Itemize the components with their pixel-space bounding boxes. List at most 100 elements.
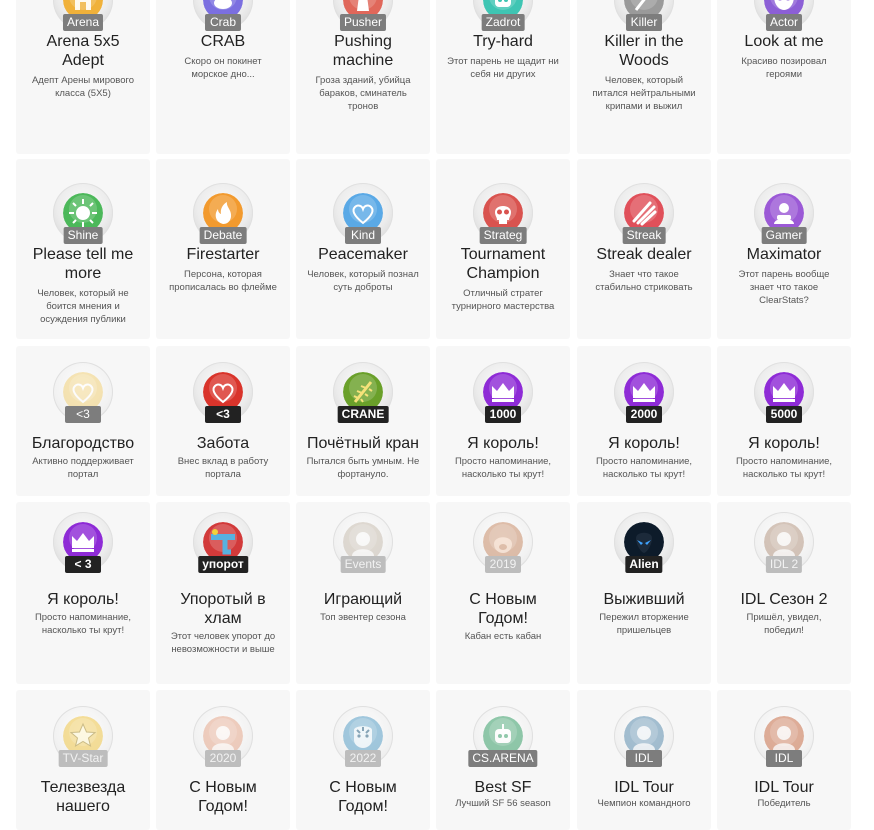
achievement-card[interactable]: < 3 Я король! Просто напоминание, наскольк… — [16, 502, 150, 684]
achievement-title: С Новым Годом! — [469, 591, 537, 627]
achievement-card[interactable]: Debate Firestarter Персона, которая пропис… — [156, 159, 290, 339]
achievement-badge: Streak — [604, 183, 684, 245]
achievement-description: Этот человек упорот до невозможности и в… — [170, 631, 276, 655]
achievement-card[interactable]: Zadrot Try-hard Этот парень не щадит ни се… — [436, 0, 570, 154]
achievement-card[interactable]: 2022 С Новым Годом! — [296, 690, 430, 830]
achievement-card[interactable]: 2020 С Новым Годом! — [156, 690, 290, 830]
achievement-card[interactable]: Strateg Tournament Champion Отличный страте… — [436, 159, 570, 339]
badge-label: <3 — [205, 406, 241, 423]
achievement-title: Pushing machine — [332, 33, 394, 69]
achievement-card[interactable]: Arena Arena 5x5 Adept Адепт Арены мирового … — [16, 0, 150, 154]
achievement-title: С Новым Годом! — [189, 779, 257, 815]
achievement-card[interactable]: 5000 Я король! Просто напоминание, насколь… — [717, 346, 851, 496]
achievement-badge: Strateg — [463, 183, 543, 245]
achievement-badge: Killer — [604, 0, 684, 32]
achievement-description: Этот парень вообще знает что такое Clear… — [738, 269, 830, 306]
achievement-badge: IDL — [744, 706, 824, 768]
badge-label: Events — [340, 556, 386, 573]
badge-label: TV-Star — [58, 750, 108, 767]
achievement-card[interactable]: CS.ARENA Best SF Лучший SF 56 season — [436, 690, 570, 830]
achievement-card[interactable]: <3 Забота Внес вклад в работу портала — [156, 346, 290, 496]
badge-label: Crab — [205, 14, 241, 31]
achievement-description: Лучший SF 56 season — [455, 798, 551, 809]
achievement-title: Я король! — [748, 435, 820, 452]
achievement-card[interactable]: IDL IDL Tour Победитель — [717, 690, 851, 830]
achievement-card[interactable]: Gamer Maximator Этот парень вообще знает ч… — [717, 159, 851, 339]
achievement-description: Этот парень не щадит ни себя ни других — [447, 56, 559, 80]
achievement-card[interactable]: <3 Благородство Активно поддерживает порта… — [16, 346, 150, 496]
achievement-card[interactable]: Actor Look at me Красиво позировал героями — [717, 0, 851, 154]
achievement-card[interactable]: 2000 Я король! Просто напоминание, насколь… — [577, 346, 711, 496]
achievement-title: Peacemaker — [318, 246, 408, 263]
achievement-badge: <3 — [43, 362, 123, 424]
achievement-card[interactable]: IDL IDL Tour Чемпион командного — [577, 690, 711, 830]
badge-label: IDL 2 — [765, 556, 803, 573]
achievement-badge: TV-Star — [43, 706, 123, 768]
badge-label: Gamer — [761, 227, 807, 244]
achievement-title: IDL Tour — [754, 779, 814, 796]
badge-label: <3 — [65, 406, 101, 423]
achievement-badge: Kind — [323, 183, 403, 245]
achievement-card[interactable]: Killer Killer in the Woods Человек, который… — [577, 0, 711, 154]
achievement-badge: 2000 — [604, 362, 684, 424]
achievement-card[interactable]: TV-Star Телезвезда нашего — [16, 690, 150, 830]
achievement-badge: Debate — [183, 183, 263, 245]
badge-label: 5000 — [766, 406, 802, 423]
achievement-description: Человек, который не боится мнения и осуж… — [37, 288, 129, 325]
achievement-description: Просто напоминание, насколько ты крут! — [595, 456, 693, 480]
achievement-badge: <3 — [183, 362, 263, 424]
achievement-description: Пришёл, увидел, победил! — [746, 612, 822, 636]
achievement-description: Человек, который питался нейтральными кр… — [592, 75, 696, 112]
badge-label: 2019 — [485, 556, 521, 573]
achievement-title: CRAB — [200, 33, 246, 50]
badge-label: CRANE — [337, 406, 389, 423]
achievement-card[interactable]: упорот Упоротый в хлам Этот человек упорот … — [156, 502, 290, 684]
achievement-description: Внес вклад в работу портала — [177, 456, 269, 480]
achievement-description: Гроза зданий, убийца бараков, сминатель … — [315, 75, 411, 112]
achievement-card[interactable]: Crab CRAB Скоро он покинет морское дно... — [156, 0, 290, 154]
badge-label: Streak — [622, 227, 666, 244]
achievement-title: С Новым Годом! — [329, 779, 397, 815]
badge-label: Debate — [199, 227, 247, 244]
achievement-badge: < 3 — [43, 512, 123, 574]
achievement-badge: Actor — [744, 0, 824, 32]
badge-label: Killer — [626, 14, 662, 31]
achievement-card[interactable]: IDL 2 IDL Сезон 2 Пришёл, увидел, победил! — [717, 502, 851, 684]
achievement-badge: Shine — [43, 183, 123, 245]
badge-label: Arena — [62, 14, 104, 31]
achievement-description: Топ эвентер сезона — [320, 612, 406, 623]
badge-label: IDL — [626, 750, 662, 767]
badge-label: Alien — [625, 556, 663, 573]
achievement-description: Красиво позировал героями — [741, 56, 827, 80]
achievement-title: Я король! — [467, 435, 539, 452]
achievement-card[interactable]: Kind Peacemaker Человек, который познал су… — [296, 159, 430, 339]
achievement-title: Я король! — [47, 591, 119, 608]
achievement-description: Кабан есть кабан — [464, 631, 542, 642]
achievement-title: Maximator — [746, 246, 822, 263]
achievement-title: IDL Tour — [614, 779, 674, 796]
achievement-card[interactable]: Alien Выживший Пережил вторжение пришельце… — [577, 502, 711, 684]
badge-label: Zadrot — [481, 14, 525, 31]
achievement-card[interactable]: Pusher Pushing machine Гроза зданий, убийца… — [296, 0, 430, 154]
achievement-card[interactable]: Events Играющий Топ эвентер сезона — [296, 502, 430, 684]
achievement-card[interactable]: Streak Streak dealer Знает что такое стаби… — [577, 159, 711, 339]
badge-label: < 3 — [65, 556, 101, 573]
achievement-card[interactable]: 1000 Я король! Просто напоминание, насколь… — [436, 346, 570, 496]
achievement-card[interactable]: Shine Please tell me more Человек, который … — [16, 159, 150, 339]
achievement-badge: 1000 — [463, 362, 543, 424]
achievement-badge: Arena — [43, 0, 123, 32]
achievement-title: Tournament Champion — [460, 246, 546, 282]
achievement-badge: упорот — [183, 512, 263, 574]
achievement-title: Try-hard — [473, 33, 533, 50]
achievement-badge: 2019 — [463, 512, 543, 574]
achievement-description: Скоро он покинет морское дно... — [184, 56, 262, 80]
badge-label: 2020 — [205, 750, 241, 767]
achievement-card[interactable]: 2019 С Новым Годом! Кабан есть кабан — [436, 502, 570, 684]
badge-label: 2000 — [626, 406, 662, 423]
achievement-badge: IDL 2 — [744, 512, 824, 574]
achievement-title: Упоротый в хлам — [180, 591, 266, 627]
achievement-title: Благородство — [31, 435, 135, 452]
achievement-card[interactable]: CRANE Почётный кран Пытался быть умным. Не… — [296, 346, 430, 496]
achievement-badge: IDL — [604, 706, 684, 768]
badge-label: упорот — [198, 556, 248, 573]
